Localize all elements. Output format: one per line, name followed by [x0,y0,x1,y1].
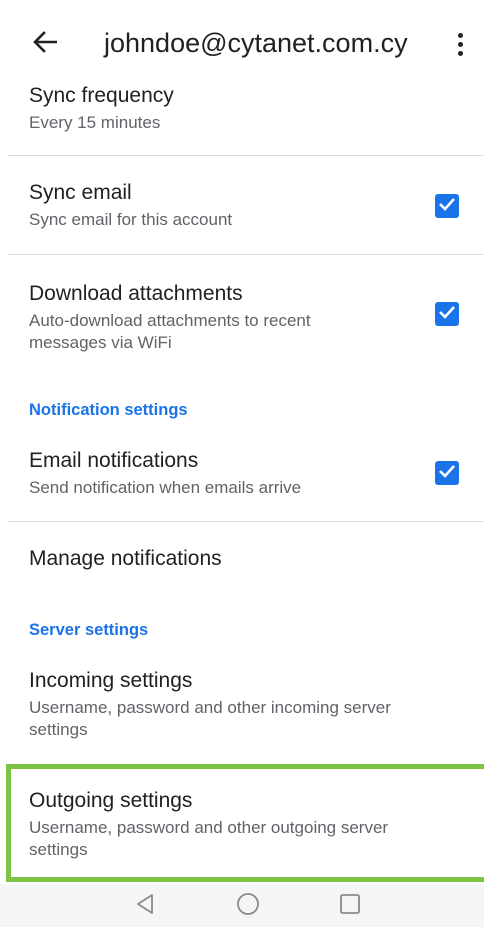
setting-subtitle: Every 15 minutes [29,113,161,132]
nav-recents-square-icon [339,893,361,920]
setting-subtitle: Auto-download attachments to recent mess… [29,311,311,352]
app-bar: johndoe@cytanet.com.cy [0,0,484,78]
setting-subtitle: Sync email for this account [29,210,233,229]
sync-email-setting[interactable]: Sync email Sync email for this account [0,156,484,253]
check-icon [438,305,456,324]
nav-back-triangle-icon [135,893,155,920]
outgoing-settings-setting[interactable]: Outgoing settings Username, password and… [0,769,484,877]
system-navigation-bar [0,884,484,927]
nav-back-button[interactable] [129,892,161,920]
setting-title: Outgoing settings [29,789,193,812]
more-vert-icon [457,32,463,56]
email-notifications-checkbox[interactable] [435,461,459,485]
back-button[interactable] [22,24,68,64]
server-settings-header: Server settings [29,621,149,639]
nav-home-button[interactable] [232,892,264,920]
incoming-settings-setting[interactable]: Incoming settings Username, password and… [0,650,484,756]
notification-settings-header: Notification settings [29,401,188,419]
email-notifications-setting[interactable]: Email notifications Send notification wh… [0,430,484,520]
page-title: johndoe@cytanet.com.cy [104,28,408,58]
check-icon [438,464,456,483]
nav-recents-button[interactable] [334,892,366,920]
nav-home-circle-icon [236,892,260,921]
setting-title: Sync frequency [29,84,174,107]
setting-subtitle: Username, password and other incoming se… [29,698,391,739]
setting-subtitle: Send notification when emails arrive [29,478,302,497]
download-attachments-checkbox[interactable] [435,302,459,326]
setting-subtitle: Username, password and other outgoing se… [29,818,389,859]
setting-title: Download attachments [29,282,243,305]
sync-email-checkbox[interactable] [435,194,459,218]
more-options-button[interactable] [444,24,476,64]
sync-frequency-setting[interactable]: Sync frequency Every 15 minutes [0,80,484,154]
check-icon [438,197,456,216]
setting-title: Sync email [29,181,132,204]
manage-notifications-setting[interactable]: Manage notifications [0,522,484,598]
setting-title: Manage notifications [29,547,222,570]
download-attachments-setting[interactable]: Download attachments Auto-download attac… [0,255,484,375]
setting-title: Email notifications [29,449,199,472]
setting-title: Incoming settings [29,669,193,692]
arrow-back-icon [33,30,58,58]
